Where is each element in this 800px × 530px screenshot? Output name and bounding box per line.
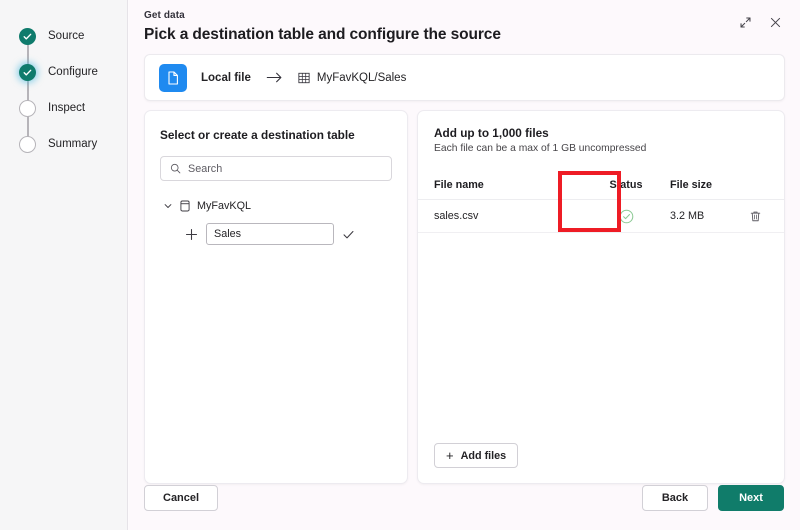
table-name-input[interactable] <box>206 223 334 245</box>
cell-status <box>582 209 670 224</box>
back-button[interactable]: Back <box>642 485 708 511</box>
window-controls <box>736 13 784 31</box>
step-list: Source Configure Inspect Summary <box>0 0 127 162</box>
stepper-label-configure: Configure <box>48 66 98 78</box>
destination-chip: MyFavKQL/Sales <box>298 72 406 84</box>
right-panel-header: Add up to 1,000 files Each file can be a… <box>418 111 784 154</box>
dialog-eyebrow: Get data <box>144 10 185 21</box>
stepper-label-inspect: Inspect <box>48 102 86 114</box>
stepper-item-source[interactable]: Source <box>0 18 127 54</box>
expand-icon[interactable] <box>736 13 754 31</box>
left-panel-title: Select or create a destination table <box>160 128 355 142</box>
cell-file-size: 3.2 MB <box>670 210 705 222</box>
step-status-current-icon <box>19 63 36 81</box>
right-panel-title: Add up to 1,000 files <box>434 126 549 140</box>
search-input[interactable]: Search <box>160 156 392 181</box>
destination-label: MyFavKQL/Sales <box>316 71 407 84</box>
cell-file-name: sales.csv <box>434 210 479 222</box>
chevron-down-icon[interactable] <box>163 201 173 211</box>
column-header-status: Status <box>609 178 643 191</box>
tree-item-database[interactable]: MyFavKQL <box>163 197 407 215</box>
get-data-dialog: Get data Pick a destination table and co… <box>129 0 800 530</box>
stepper-item-summary[interactable]: Summary <box>0 126 127 162</box>
database-tree: MyFavKQL <box>145 197 407 245</box>
next-button[interactable]: Next <box>718 485 784 511</box>
right-panel-subtitle: Each file can be a max of 1 GB uncompres… <box>434 143 647 154</box>
stepper-item-configure[interactable]: Configure <box>0 54 127 90</box>
document-icon <box>159 63 187 92</box>
left-panel-header: Select or create a destination table <box>145 111 407 142</box>
app-root: Source Configure Inspect Summary Get dat… <box>0 0 800 530</box>
source-label: Local file <box>201 71 251 84</box>
add-files-label: Add files <box>460 449 507 462</box>
column-header-file-name: File name <box>434 178 484 191</box>
cell-actions <box>742 210 772 223</box>
add-files-button[interactable]: + Add files <box>434 443 519 468</box>
table-header-row: File name Status File size <box>418 170 784 200</box>
step-status-todo-icon <box>19 99 36 117</box>
page-title: Pick a destination table and configure t… <box>144 26 501 43</box>
column-header-file-size: File size <box>670 178 713 191</box>
cancel-button[interactable]: Cancel <box>144 485 219 511</box>
arrow-right-icon <box>266 71 283 84</box>
stepper-item-inspect[interactable]: Inspect <box>0 90 127 126</box>
dialog-header: Get data Pick a destination table and co… <box>144 10 501 44</box>
status-success-icon <box>619 209 634 224</box>
close-icon[interactable] <box>766 13 784 31</box>
search-placeholder-text: Search <box>188 162 223 175</box>
step-status-done-icon <box>19 27 36 45</box>
stepper-sidebar: Source Configure Inspect Summary <box>0 0 128 530</box>
footer-actions: Back Next <box>642 485 784 511</box>
trash-icon[interactable] <box>749 210 762 223</box>
source-destination-bar: Local file MyFavKQL/Sales <box>144 54 785 101</box>
destination-table-panel: Select or create a destination table Sea… <box>144 110 408 484</box>
plus-icon[interactable] <box>185 228 198 241</box>
table-icon <box>298 72 310 84</box>
stepper-label-summary: Summary <box>48 138 98 150</box>
file-table: File name Status File size sales.csv 3.2… <box>418 170 784 233</box>
search-icon <box>170 163 181 174</box>
files-panel: Add up to 1,000 files Each file can be a… <box>417 110 785 484</box>
plus-icon: + <box>446 448 454 463</box>
checkmark-icon[interactable] <box>342 228 355 241</box>
table-row[interactable]: sales.csv 3.2 MB <box>418 200 784 233</box>
database-icon <box>180 200 190 212</box>
tree-database-label: MyFavKQL <box>197 200 251 212</box>
stepper-label-source: Source <box>48 30 85 42</box>
step-status-todo-icon <box>19 135 36 153</box>
tree-item-new-table <box>163 223 407 245</box>
